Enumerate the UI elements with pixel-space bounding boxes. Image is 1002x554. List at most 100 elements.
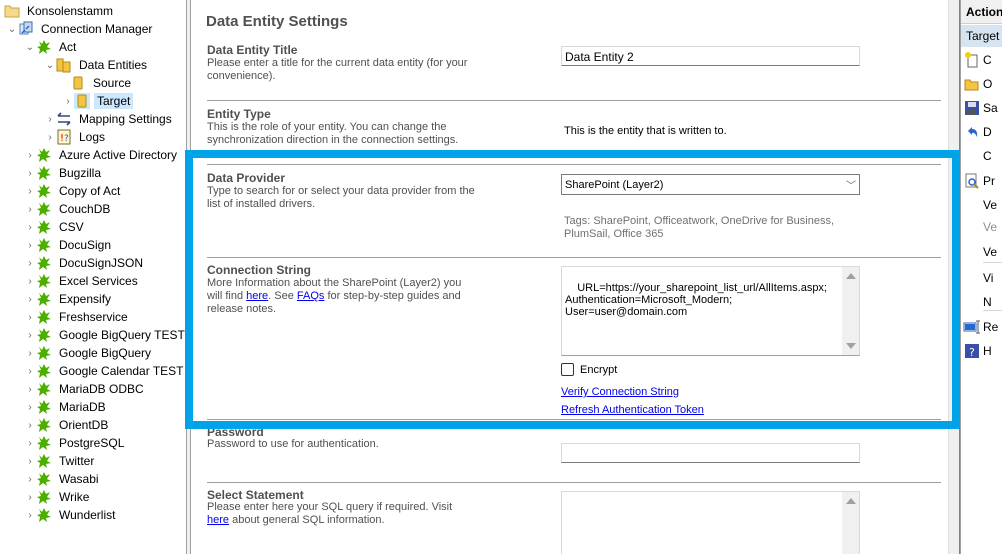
action-item[interactable]: C (961, 145, 1002, 167)
sql-here-link[interactable]: here (207, 514, 229, 526)
action-item[interactable]: Vi (961, 267, 1002, 289)
tree-item-act[interactable]: ⌄ Act (24, 38, 79, 56)
tree-item-connection[interactable]: › Google BigQuery TEST (24, 326, 186, 344)
encrypt-checkbox[interactable] (561, 363, 574, 376)
tree-item-connection[interactable]: › Excel Services (24, 272, 141, 290)
tree-item-connection[interactable]: › DocuSignJSON (24, 254, 146, 272)
tree-item-connection[interactable]: › Expensify (24, 290, 114, 308)
chevron-right-icon[interactable]: › (24, 380, 36, 398)
chevron-right-icon[interactable]: › (24, 272, 36, 290)
chevron-right-icon[interactable]: › (24, 164, 36, 182)
tree-item-connection[interactable]: › Google BigQuery (24, 344, 154, 362)
actions-subheader[interactable]: Target (961, 25, 1002, 47)
scroll-up-icon[interactable] (846, 498, 856, 504)
tree-item-connection[interactable]: › Wasabi (24, 470, 102, 488)
tree-item-connection[interactable]: › MariaDB (24, 398, 109, 416)
scroll-down-icon[interactable] (846, 343, 856, 349)
tree-item-connection[interactable]: › CouchDB (24, 200, 113, 218)
tree-item-connection[interactable]: › Freshservice (24, 308, 131, 326)
chevron-right-icon[interactable]: › (24, 434, 36, 452)
divider (207, 482, 941, 483)
main-scrollbar[interactable] (948, 0, 960, 554)
action-item-label: C (983, 149, 992, 163)
chevron-right-icon[interactable]: › (62, 92, 74, 110)
action-item-label: Pr (983, 174, 995, 188)
chevron-right-icon[interactable]: › (24, 398, 36, 416)
action-item-label: Ve (983, 220, 998, 234)
tree-item-connection[interactable]: › CSV (24, 218, 87, 236)
textarea-scrollbar[interactable] (842, 492, 859, 554)
chevron-down-icon[interactable]: ⌄ (24, 38, 36, 56)
action-item[interactable]: Ve (961, 241, 1002, 263)
chevron-right-icon[interactable]: › (24, 146, 36, 164)
svg-text:?: ? (64, 134, 69, 144)
chevron-right-icon[interactable]: › (24, 362, 36, 380)
chevron-right-icon[interactable]: › (44, 110, 56, 128)
action-item-label: Ve (983, 245, 998, 259)
textarea-scrollbar[interactable] (842, 267, 859, 355)
faqs-link[interactable]: FAQs (297, 290, 325, 302)
tree-item-connection[interactable]: › OrientDB (24, 416, 111, 434)
select-statement-textarea[interactable] (561, 491, 860, 554)
chevron-right-icon[interactable]: › (24, 470, 36, 488)
tree-item-connection[interactable]: › Copy of Act (24, 182, 123, 200)
tree-item-connection[interactable]: › DocuSign (24, 236, 114, 254)
chevron-right-icon[interactable]: › (44, 128, 56, 146)
refresh-authentication-token-link[interactable]: Refresh Authentication Token (561, 404, 704, 416)
encrypt-checkbox-row[interactable]: Encrypt (561, 363, 617, 376)
action-item[interactable]: ? H (961, 340, 1002, 362)
action-item[interactable]: Sa (961, 97, 1002, 119)
chevron-right-icon[interactable]: › (24, 488, 36, 506)
tree-item-logs[interactable]: › !? Logs (44, 128, 108, 146)
tree-item-connection[interactable]: › Twitter (24, 452, 97, 470)
chevron-right-icon[interactable]: › (24, 506, 36, 524)
chevron-right-icon[interactable]: › (24, 308, 36, 326)
chevron-right-icon[interactable]: › (24, 182, 36, 200)
chevron-right-icon[interactable]: › (24, 236, 36, 254)
tree-item-connection[interactable]: › MariaDB ODBC (24, 380, 147, 398)
action-item[interactable]: Re (961, 316, 1002, 338)
data-entity-title-input[interactable]: Data Entity 2 (561, 46, 860, 66)
chevron-right-icon[interactable]: › (24, 254, 36, 272)
action-item[interactable]: C (961, 49, 1002, 71)
here-link[interactable]: here (246, 290, 268, 302)
tree-item-connection[interactable]: › PostgreSQL (24, 434, 127, 452)
chevron-right-icon[interactable]: › (24, 218, 36, 236)
chevron-right-icon[interactable]: › (24, 452, 36, 470)
tree-item-source[interactable]: Source (70, 74, 134, 92)
chevron-right-icon[interactable]: › (24, 200, 36, 218)
data-entity-title-label: Data Entity Title (207, 43, 298, 57)
chevron-right-icon[interactable]: › (24, 416, 36, 434)
action-item[interactable]: D (961, 121, 1002, 143)
verify-connection-string-link[interactable]: Verify Connection String (561, 386, 679, 398)
action-item[interactable]: O (961, 73, 1002, 95)
tree-item-data-entities[interactable]: ⌄ Data Entities (44, 56, 150, 74)
tree-item-mapping-settings[interactable]: › Mapping Settings (44, 110, 175, 128)
action-item[interactable]: Ve (961, 194, 1002, 216)
action-item-label: Re (983, 320, 999, 334)
action-item[interactable]: Pr (961, 170, 1002, 192)
connection-string-textarea[interactable]: URL=https://your_sharepoint_list_url/All… (561, 266, 860, 356)
action-item[interactable]: Ve (961, 216, 1002, 238)
tree-item-target[interactable]: › Target (62, 92, 134, 110)
tree-item-connection-manager[interactable]: ⌄ Connection Manager (6, 20, 155, 38)
tree-item-connection[interactable]: › Google Calendar TEST (24, 362, 186, 380)
chevron-right-icon[interactable]: › (24, 326, 36, 344)
tree-item-label: Google BigQuery (59, 346, 152, 360)
entity-type-value: This is the entity that is written to. (564, 125, 727, 137)
data-provider-select[interactable]: SharePoint (Layer2) ﹀ (561, 174, 860, 195)
divider (207, 419, 941, 420)
tree-item-connection[interactable]: › Wunderlist (24, 506, 118, 524)
password-input[interactable] (561, 443, 860, 463)
tree-item-root[interactable]: Konsolenstamm (4, 2, 116, 20)
chevron-down-icon[interactable]: ⌄ (6, 20, 18, 38)
panel-splitter[interactable] (187, 0, 191, 554)
tree-item-connection[interactable]: › Wrike (24, 488, 92, 506)
chevron-down-icon[interactable]: ⌄ (44, 56, 56, 74)
scroll-up-icon[interactable] (846, 273, 856, 279)
tree-item-connection[interactable]: › Azure Active Directory (24, 146, 180, 164)
chevron-right-icon[interactable]: › (24, 344, 36, 362)
chevron-right-icon[interactable]: › (24, 290, 36, 308)
chevron-down-icon[interactable]: ﹀ (846, 177, 856, 192)
tree-item-connection[interactable]: › Bugzilla (24, 164, 104, 182)
